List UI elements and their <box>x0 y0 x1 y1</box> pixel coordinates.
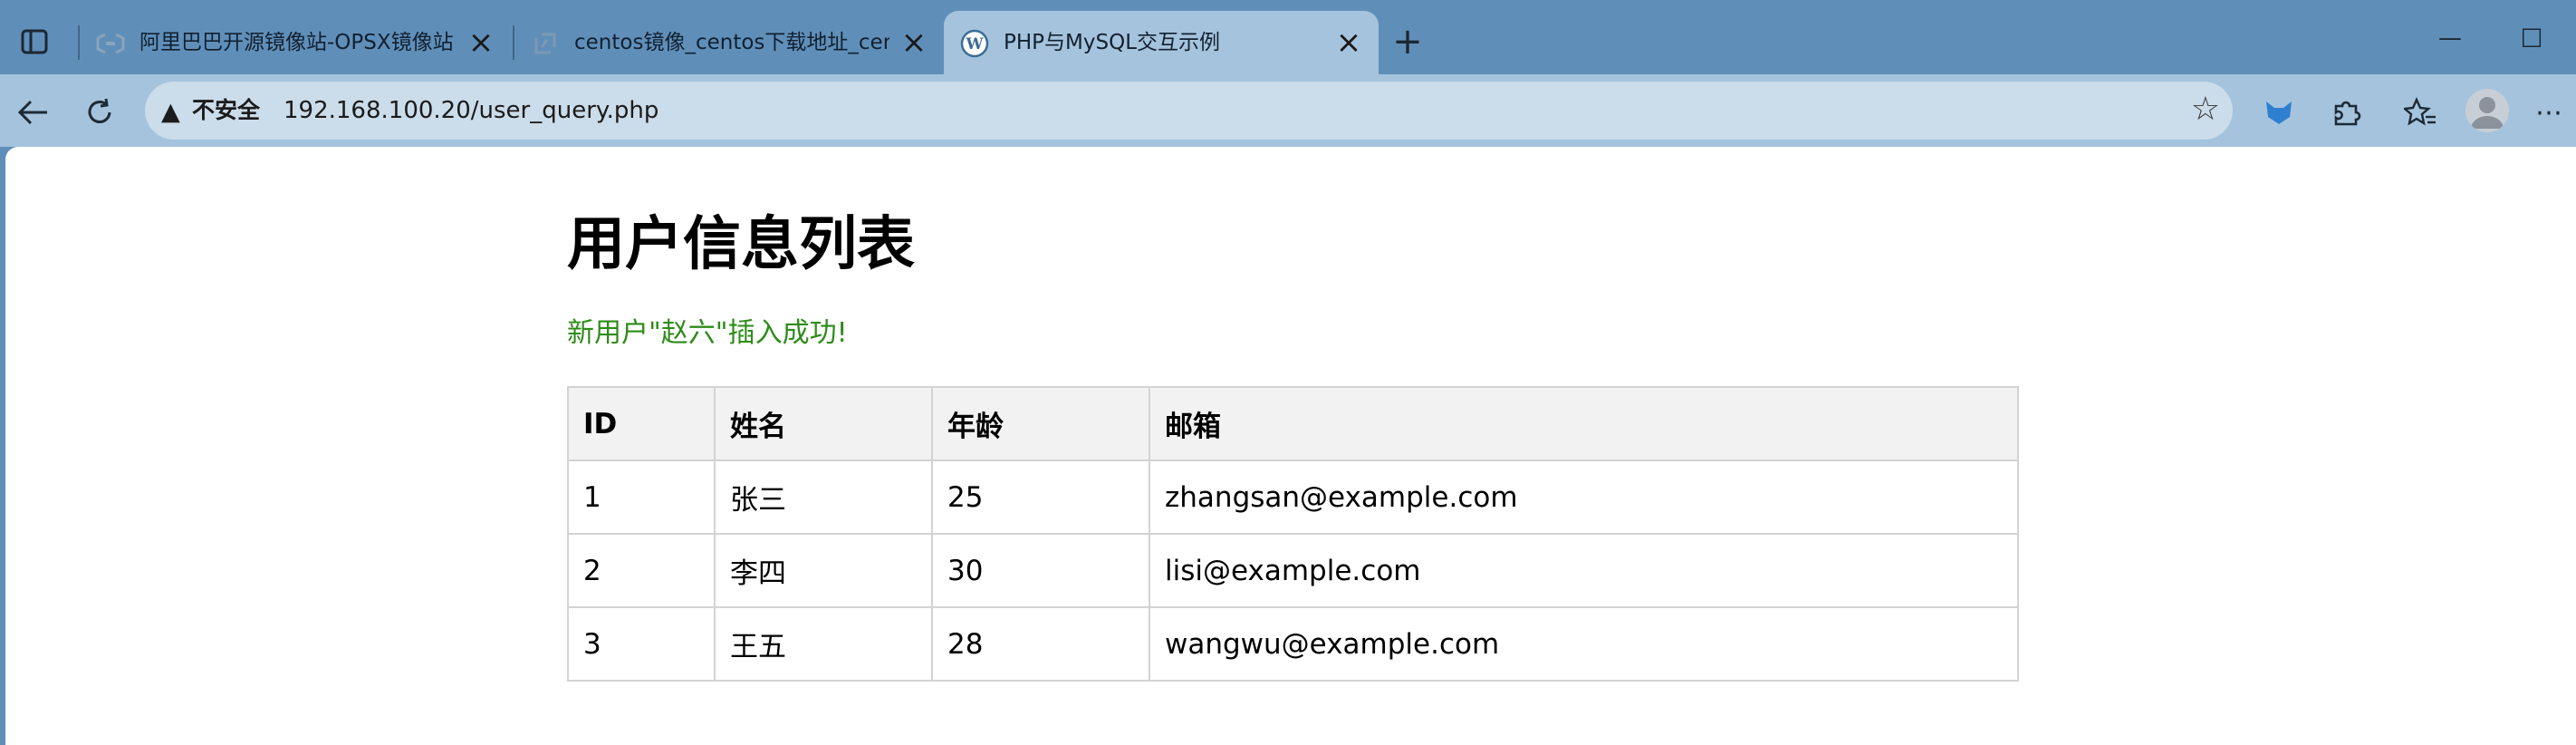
column-header-id: ID <box>567 386 716 461</box>
tab-title: PHP与MySQL交互示例 <box>1004 31 1221 54</box>
cell-name: 李四 <box>714 533 933 608</box>
tab-title: centos镜像_centos下载地址_centos <box>574 31 889 54</box>
not-secure-label[interactable]: 不安全 <box>192 82 260 140</box>
cell-name: 王五 <box>714 606 933 682</box>
back-arrow-icon[interactable] <box>14 94 51 131</box>
tab-close-icon[interactable]: × <box>467 27 495 58</box>
minimize-button[interactable]: — <box>2427 20 2473 56</box>
favorite-star-icon[interactable]: ☆ <box>2191 91 2220 128</box>
new-tab-button[interactable]: + <box>1388 21 1427 63</box>
cell-id: 3 <box>567 606 716 682</box>
table-row: 3 王五 28 wangwu@example.com <box>567 606 2019 682</box>
favorites-icon[interactable] <box>2402 94 2438 131</box>
tab-php-mysql[interactable]: W PHP与MySQL交互示例 × <box>944 11 1379 74</box>
profile-avatar-icon[interactable] <box>2465 89 2509 132</box>
url-text[interactable]: 192.168.100.20/user_query.php <box>284 82 658 140</box>
user-table: ID 姓名 年龄 邮箱 1 张三 25 zhangsan@example.com… <box>567 386 2019 682</box>
success-message: 新用户"赵六"插入成功! <box>567 317 848 349</box>
wordpress-favicon-icon: W <box>960 29 989 58</box>
maximize-button[interactable]: ☐ <box>2509 20 2554 56</box>
tab-aliyun-mirror[interactable]: 阿里巴巴开源镜像站-OPSX镜像站 × <box>80 11 511 74</box>
tab-centos-mirror[interactable]: centos镜像_centos下载地址_centos × <box>514 11 944 74</box>
more-menu-icon[interactable]: ⋯ <box>2531 94 2567 131</box>
tab-strip: 阿里巴巴开源镜像站-OPSX镜像站 × centos镜像_centos下载地址_… <box>0 0 2576 74</box>
aliyun-favicon-icon <box>96 29 125 58</box>
cell-id: 2 <box>567 533 716 608</box>
column-header-name: 姓名 <box>714 386 933 461</box>
cell-age: 30 <box>931 533 1150 608</box>
cell-email: zhangsan@example.com <box>1149 460 2019 535</box>
cell-id: 1 <box>567 460 716 535</box>
page-content: 用户信息列表 新用户"赵六"插入成功! ID 姓名 年龄 邮箱 1 张三 25 … <box>5 147 2576 745</box>
column-header-email: 邮箱 <box>1149 386 2019 461</box>
column-header-age: 年龄 <box>931 386 1150 461</box>
page-title: 用户信息列表 <box>567 211 915 278</box>
table-header-row: ID 姓名 年龄 邮箱 <box>567 386 2019 461</box>
cell-email: lisi@example.com <box>1149 533 2019 608</box>
cell-age: 28 <box>931 606 1150 682</box>
svg-text:W: W <box>965 35 984 53</box>
tab-title: 阿里巴巴开源镜像站-OPSX镜像站 <box>139 31 454 54</box>
puzzle-icon[interactable] <box>2328 94 2364 131</box>
tab-close-icon[interactable]: × <box>900 27 928 58</box>
address-bar[interactable]: ▲ 不安全 192.168.100.20/user_query.php ☆ <box>145 82 2233 140</box>
table-row: 1 张三 25 zhangsan@example.com <box>567 460 2019 535</box>
cell-age: 25 <box>931 460 1150 535</box>
tab-close-icon[interactable]: × <box>1335 27 1362 58</box>
extension-fox-icon[interactable] <box>2261 94 2297 131</box>
cell-name: 张三 <box>714 460 933 535</box>
browser-toolbar: ▲ 不安全 192.168.100.20/user_query.php ☆ ⋯ <box>0 74 2576 147</box>
warning-triangle-icon: ▲ <box>161 98 180 126</box>
globe-favicon-icon <box>531 29 560 58</box>
tab-actions-icon[interactable] <box>16 24 53 60</box>
cell-email: wangwu@example.com <box>1149 606 2019 682</box>
table-row: 2 李四 30 lisi@example.com <box>567 533 2019 608</box>
reload-icon[interactable] <box>82 94 118 131</box>
